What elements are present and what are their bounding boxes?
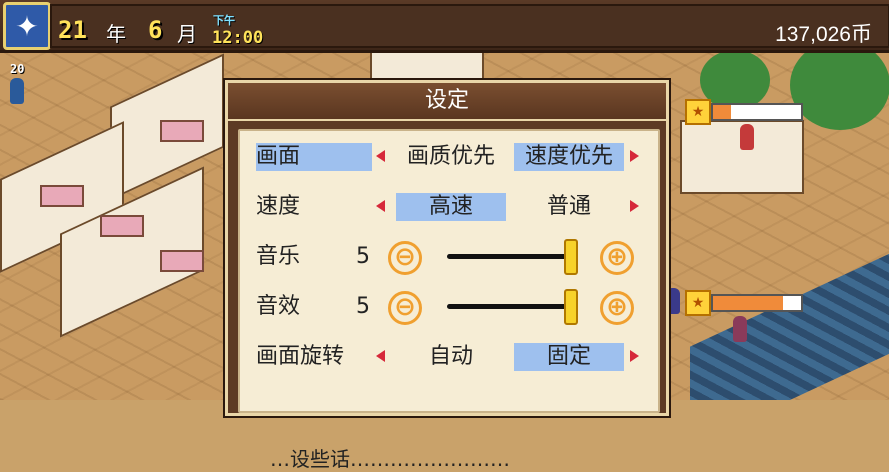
star-icon: ★ — [685, 99, 711, 125]
visitor-character[interactable] — [733, 316, 747, 342]
month-value: 6 — [148, 16, 163, 44]
visitor-character[interactable] — [740, 124, 754, 150]
option-auto[interactable]: 自动 — [396, 343, 506, 371]
option-fast[interactable]: 高速 — [396, 193, 506, 221]
settings-dialog: 设定 画面 画质优先 速度优先 速度 高速 普通 音乐 5 ⊖ ⊕ 音效 5 ⊖… — [225, 80, 669, 471]
music-slider-track[interactable] — [447, 254, 571, 259]
option-fixed[interactable]: 固定 — [514, 343, 624, 371]
clock-time: 12:00 — [212, 28, 264, 48]
setting-label: 画面旋转 — [256, 344, 345, 369]
bed — [160, 250, 204, 272]
setting-label: 音乐 — [256, 244, 301, 269]
arrow-right-icon[interactable] — [630, 350, 639, 362]
cut-off-text: …设些话…………………… — [270, 447, 510, 471]
year-unit: 年 — [106, 22, 126, 46]
setting-row-music: 音乐 5 ⊖ ⊕ — [240, 237, 658, 277]
month-unit: 月 — [177, 22, 197, 46]
sfx-slider-track[interactable] — [447, 304, 571, 309]
status-bar — [711, 103, 803, 121]
tree — [790, 40, 889, 130]
arrow-left-icon[interactable] — [376, 150, 385, 162]
setting-row-rotation: 画面旋转 自动 固定 — [240, 337, 658, 377]
plus-icon[interactable]: ⊕ — [600, 241, 634, 275]
setting-row-display: 画面 画质优先 速度优先 — [240, 137, 658, 177]
room-block — [370, 50, 484, 84]
music-volume-value: 5 — [356, 244, 370, 269]
staff-character[interactable] — [10, 78, 24, 104]
option-normal[interactable]: 普通 — [514, 193, 624, 221]
settings-panel: 画面 画质优先 速度优先 速度 高速 普通 音乐 5 ⊖ ⊕ 音效 5 ⊖ ⊕ … — [238, 129, 660, 471]
roof — [690, 253, 889, 400]
minus-icon[interactable]: ⊖ — [388, 241, 422, 275]
option-quality-first[interactable]: 画质优先 — [396, 143, 506, 171]
arrow-right-icon[interactable] — [630, 200, 639, 212]
option-speed-first[interactable]: 速度优先 — [514, 143, 624, 171]
status-bar — [711, 294, 803, 312]
setting-label: 速度 — [256, 194, 301, 219]
plus-icon[interactable]: ⊕ — [600, 291, 634, 325]
bed — [160, 120, 204, 142]
sfx-volume-value: 5 — [356, 294, 370, 319]
date-panel: 21 年 6 月 下午 12:00 137,026币 — [50, 4, 889, 48]
money-counter: 137,026币 — [775, 23, 872, 46]
status-badge: ★ — [685, 290, 803, 316]
sfx-slider-knob[interactable] — [564, 289, 578, 325]
sparkle-gem-icon[interactable]: ✦ — [3, 2, 51, 50]
dialog-title: 设定 — [228, 83, 666, 121]
star-icon: ★ — [685, 290, 711, 316]
setting-row-sfx: 音效 5 ⊖ ⊕ — [240, 287, 658, 327]
arrow-left-icon[interactable] — [376, 350, 385, 362]
minus-icon[interactable]: ⊖ — [388, 291, 422, 325]
bed — [100, 215, 144, 237]
year-value: 21 — [58, 16, 87, 44]
top-hud: ✦ 21 年 6 月 下午 12:00 137,026币 — [0, 0, 889, 53]
setting-label: 音效 — [256, 294, 301, 319]
ampm-label: 下午 — [213, 14, 235, 27]
bed — [40, 185, 84, 207]
staff-level-tag: 20 — [10, 62, 25, 76]
status-badge: ★ — [685, 99, 803, 125]
arrow-right-icon[interactable] — [630, 150, 639, 162]
music-slider-knob[interactable] — [564, 239, 578, 275]
arrow-left-icon[interactable] — [376, 200, 385, 212]
setting-row-speed: 速度 高速 普通 — [240, 187, 658, 227]
setting-label: 画面 — [256, 143, 372, 171]
